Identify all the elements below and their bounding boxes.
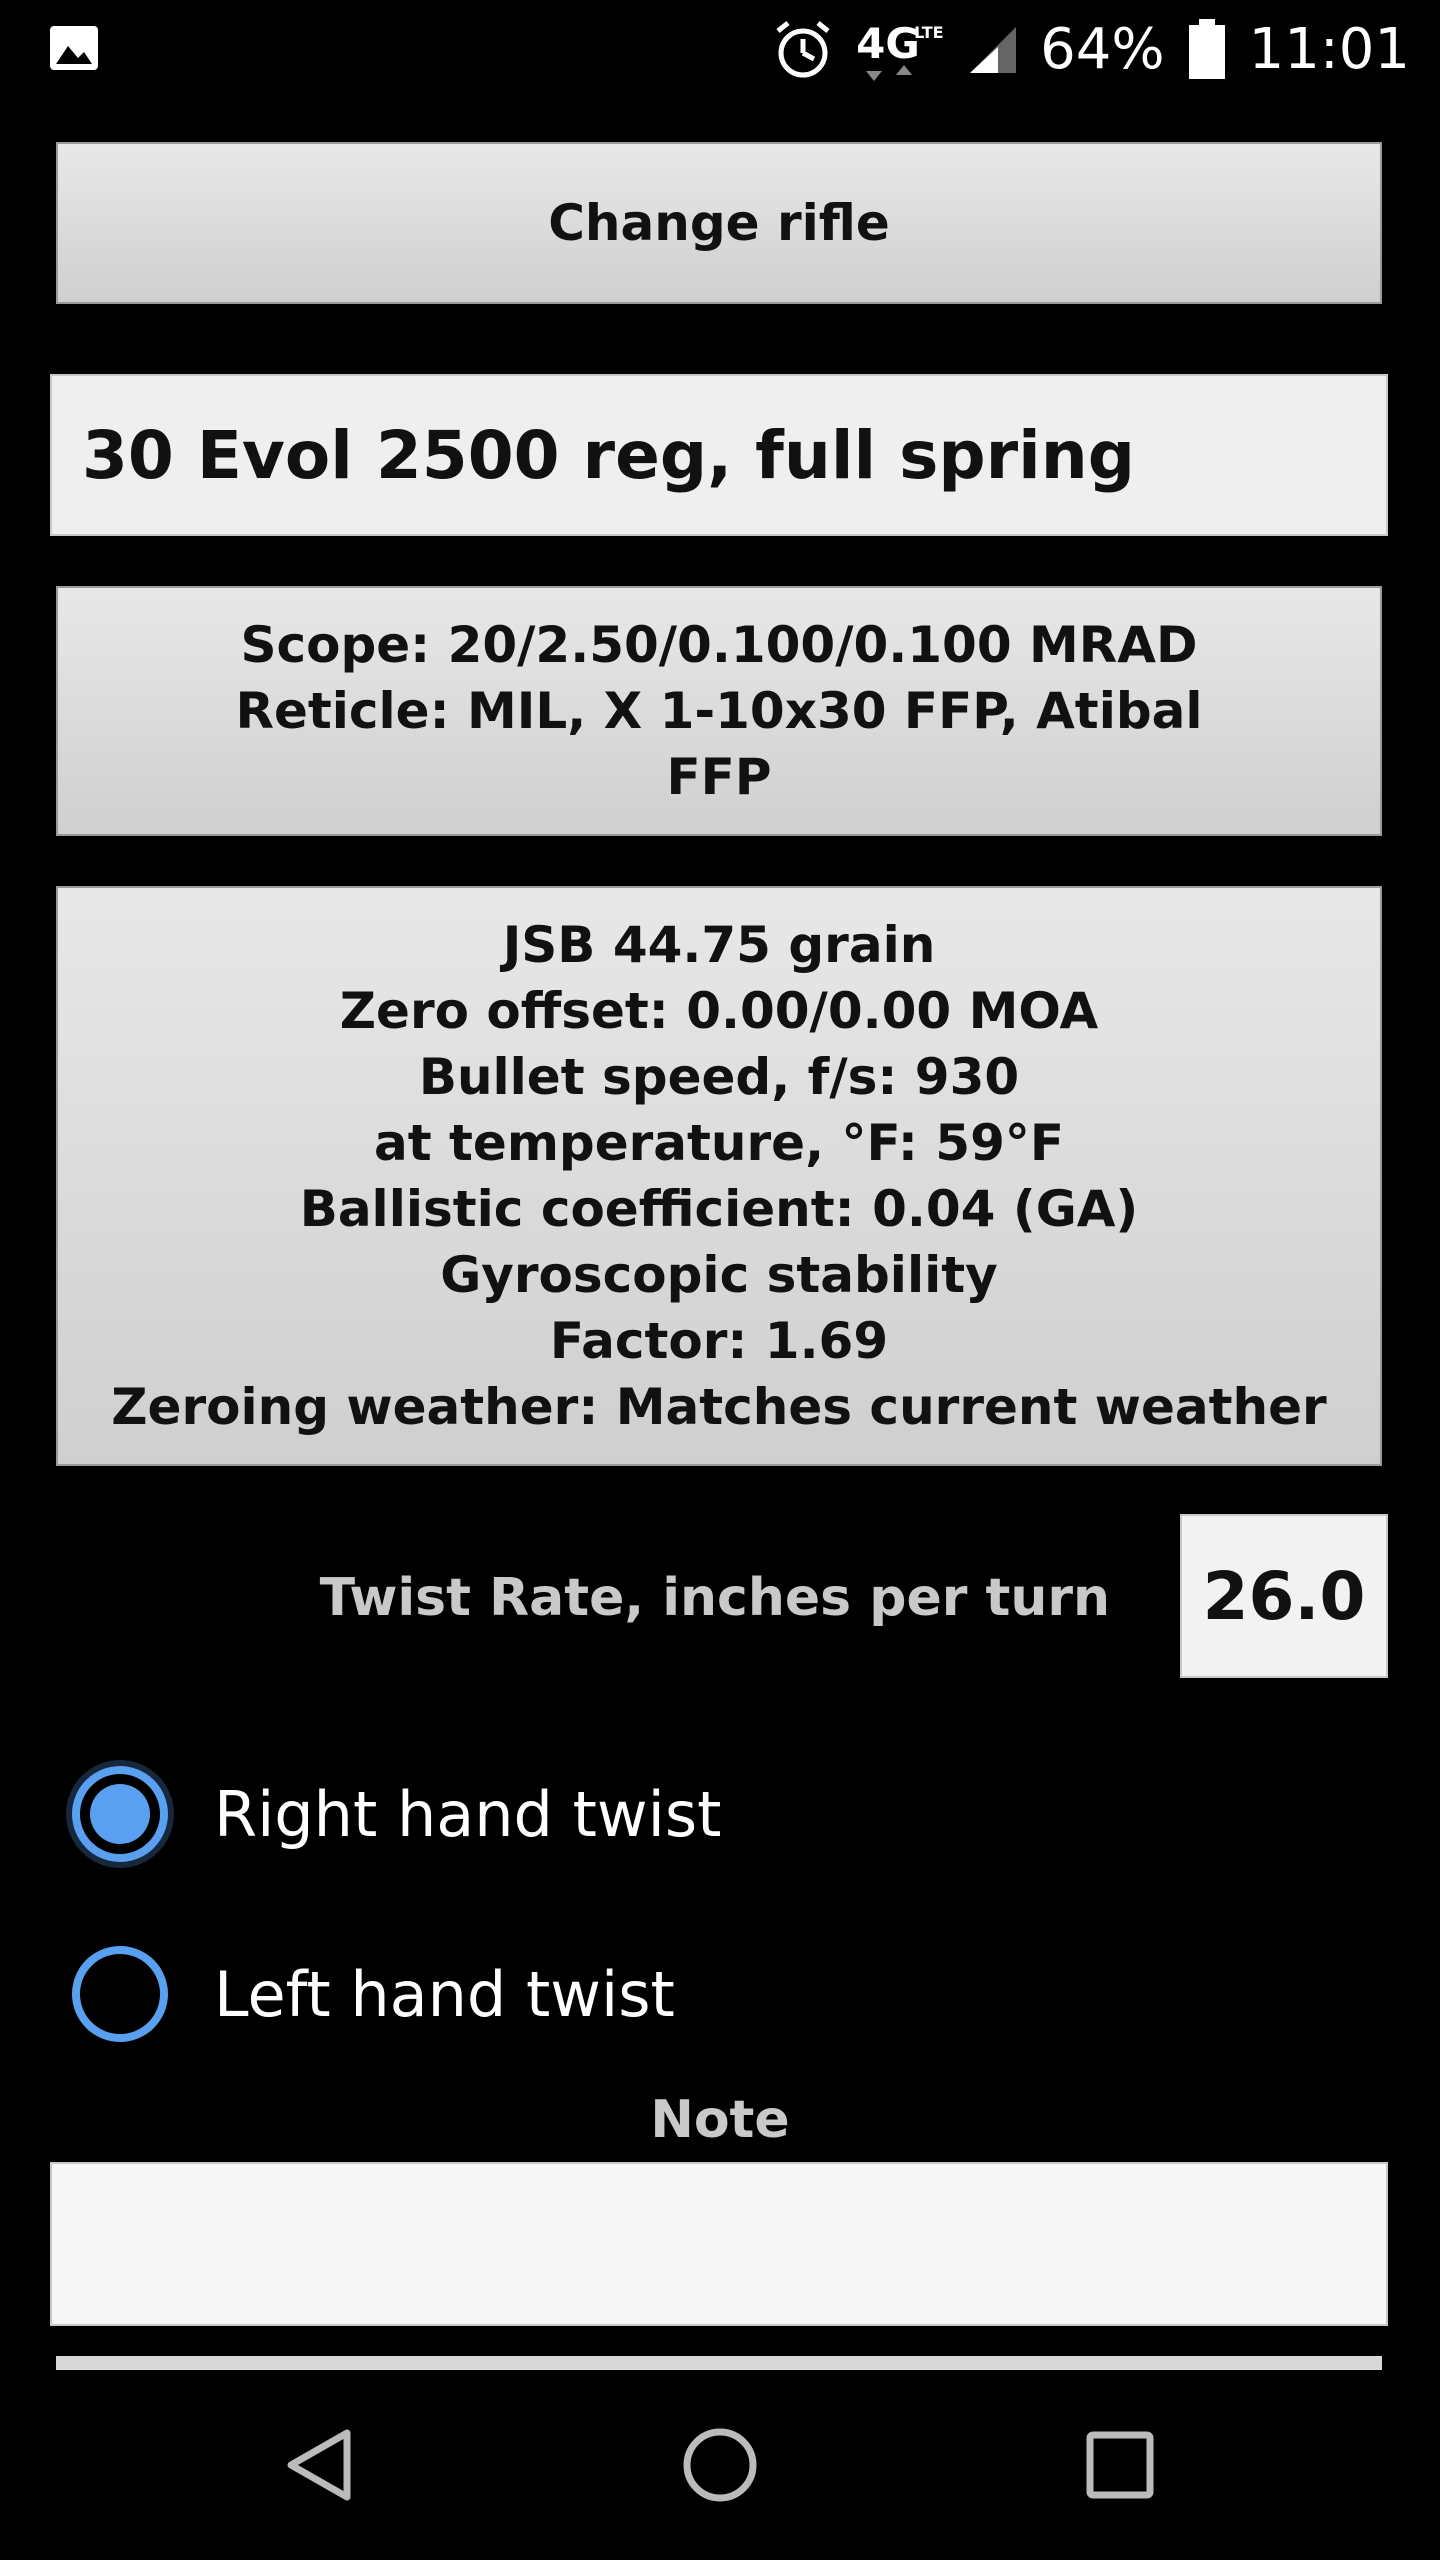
clock: 11:01 <box>1248 17 1410 82</box>
ammo-line-speed: Bullet speed, f/s: 930 <box>418 1048 1020 1106</box>
twist-rate-value: 26.0 <box>1202 1557 1366 1635</box>
ammo-line-zeroing-weather: Zeroing weather: Matches current weather <box>111 1378 1327 1436</box>
image-icon <box>50 26 98 70</box>
battery-percent: 64% <box>1040 17 1165 82</box>
home-icon <box>683 2428 757 2502</box>
signal-icon <box>970 27 1017 73</box>
twist-rate-input[interactable]: 26.0 <box>1180 1514 1388 1678</box>
alarm-icon <box>776 21 830 78</box>
network-type: 4G <box>856 19 920 68</box>
change-rifle-button[interactable]: Change rifle <box>56 142 1382 304</box>
note-input[interactable] <box>50 2162 1388 2326</box>
navigation-bar <box>0 2370 1440 2560</box>
status-bar: 4G LTE 64% 11:01 <box>0 0 1440 100</box>
network-indicator: 4G LTE <box>856 15 946 85</box>
back-icon <box>287 2429 351 2501</box>
ammo-line-factor: Factor: 1.69 <box>549 1312 889 1370</box>
left-hand-twist-label: Left hand twist <box>214 1957 675 2031</box>
status-right: 4G LTE 64% 11:01 <box>772 0 1410 100</box>
radio-unchecked-icon <box>72 1946 168 2042</box>
battery-icon <box>1188 19 1225 79</box>
back-button[interactable] <box>266 2410 376 2520</box>
ammo-line-stability: Gyroscopic stability <box>440 1246 998 1304</box>
reticle-line: Reticle: MIL, X 1-10x30 FFP, Atibal <box>235 682 1203 740</box>
network-subtype: LTE <box>914 23 944 42</box>
ammo-line-temperature: at temperature, °F: 59°F <box>373 1114 1065 1172</box>
ammo-line-zero-offset: Zero offset: 0.00/0.00 MOA <box>339 982 1099 1040</box>
home-button[interactable] <box>665 2410 775 2520</box>
twist-rate-label: Twist Rate, inches per turn <box>319 1568 1110 1628</box>
data-arrows-icon <box>866 65 913 81</box>
next-section-peek <box>56 2356 1382 2370</box>
scope-button[interactable]: Scope: 20/2.50/0.100/0.100 MRAD Reticle:… <box>56 586 1382 836</box>
ammo-line-bc: Ballistic coefficient: 0.04 (GA) <box>299 1180 1139 1238</box>
reticle-line-cont: FFP <box>666 748 772 806</box>
radio-checked-icon <box>72 1766 168 1862</box>
right-hand-twist-radio[interactable]: Right hand twist <box>72 1754 721 1874</box>
ammo-button[interactable]: JSB 44.75 grain Zero offset: 0.00/0.00 M… <box>56 886 1382 1466</box>
note-label: Note <box>650 2090 790 2150</box>
ammo-line-bullet: JSB 44.75 grain <box>502 916 936 974</box>
radio-dot <box>90 1784 150 1844</box>
left-hand-twist-radio[interactable]: Left hand twist <box>72 1934 675 2054</box>
scope-line: Scope: 20/2.50/0.100/0.100 MRAD <box>240 616 1198 674</box>
change-rifle-label: Change rifle <box>548 194 890 252</box>
rifle-name-text: 30 Evol 2500 reg, full spring <box>82 416 1136 494</box>
rifle-name-field[interactable]: 30 Evol 2500 reg, full spring <box>50 374 1388 536</box>
recents-icon <box>1086 2431 1154 2499</box>
right-hand-twist-label: Right hand twist <box>214 1777 722 1851</box>
recents-button[interactable] <box>1065 2410 1175 2520</box>
